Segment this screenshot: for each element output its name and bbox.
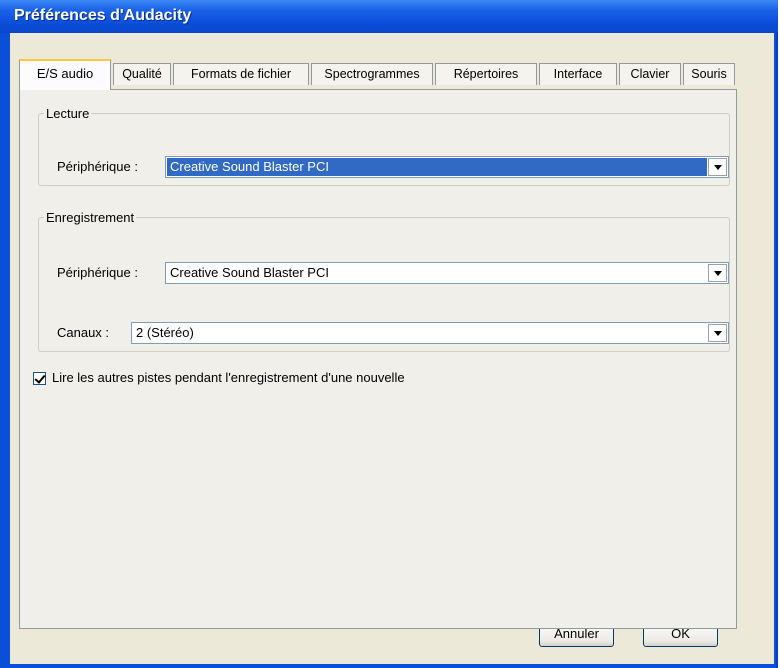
- tab-label: Formats de fichier: [190, 67, 292, 81]
- tab-directories[interactable]: Répertoires: [435, 63, 537, 85]
- recording-device-value: Creative Sound Blaster PCI: [170, 265, 329, 280]
- tab-quality[interactable]: Qualité: [113, 63, 171, 85]
- play-other-tracks-checkbox[interactable]: [33, 372, 46, 385]
- recording-group-label: Enregistrement: [46, 210, 135, 225]
- recording-group: Enregistrement Périphérique : Creative S…: [38, 210, 730, 352]
- window-title: Préférences d'Audacity: [14, 7, 192, 24]
- tab-label: Clavier: [630, 67, 670, 81]
- chevron-down-icon[interactable]: [708, 264, 727, 282]
- tab-label: E/S audio: [36, 66, 94, 81]
- tab-label: Qualité: [122, 67, 162, 81]
- tab-panel-audio-io: Lecture Périphérique : Creative Sound Bl…: [19, 89, 737, 629]
- tab-interface[interactable]: Interface: [539, 63, 617, 85]
- tab-file-formats[interactable]: Formats de fichier: [173, 63, 309, 85]
- channels-label: Canaux :: [57, 325, 110, 340]
- tab-keyboard[interactable]: Clavier: [619, 63, 681, 85]
- playback-device-select[interactable]: Creative Sound Blaster PCI: [165, 156, 729, 178]
- chevron-down-icon[interactable]: [708, 324, 727, 342]
- playback-group: Lecture Périphérique : Creative Sound Bl…: [38, 106, 730, 186]
- tab-label: Souris: [691, 67, 727, 81]
- tab-mouse[interactable]: Souris: [683, 63, 735, 85]
- playback-group-label: Lecture: [46, 106, 90, 121]
- channels-select[interactable]: 2 (Stéréo): [131, 322, 729, 344]
- playback-device-value: Creative Sound Blaster PCI: [167, 158, 707, 176]
- tab-spectrograms[interactable]: Spectrogrammes: [311, 63, 433, 85]
- recording-device-label: Périphérique :: [57, 265, 138, 280]
- tab-label: Spectrogrammes: [324, 67, 420, 81]
- play-other-tracks-label: Lire les autres pistes pendant l'enregis…: [52, 370, 405, 385]
- tab-label: Répertoires: [453, 67, 519, 81]
- chevron-down-icon[interactable]: [708, 158, 727, 176]
- recording-device-select[interactable]: Creative Sound Blaster PCI: [165, 262, 729, 284]
- playback-device-label: Périphérique :: [57, 159, 138, 174]
- title-bar[interactable]: Préférences d'Audacity: [0, 0, 778, 33]
- tab-audio-io[interactable]: E/S audio: [19, 59, 111, 90]
- preferences-window: Préférences d'Audacity E/S audio Qualité…: [0, 0, 778, 668]
- dialog-client-area: E/S audio Qualité Formats de fichier Spe…: [10, 33, 774, 664]
- tab-label: Interface: [553, 67, 603, 81]
- channels-value: 2 (Stéréo): [136, 325, 194, 340]
